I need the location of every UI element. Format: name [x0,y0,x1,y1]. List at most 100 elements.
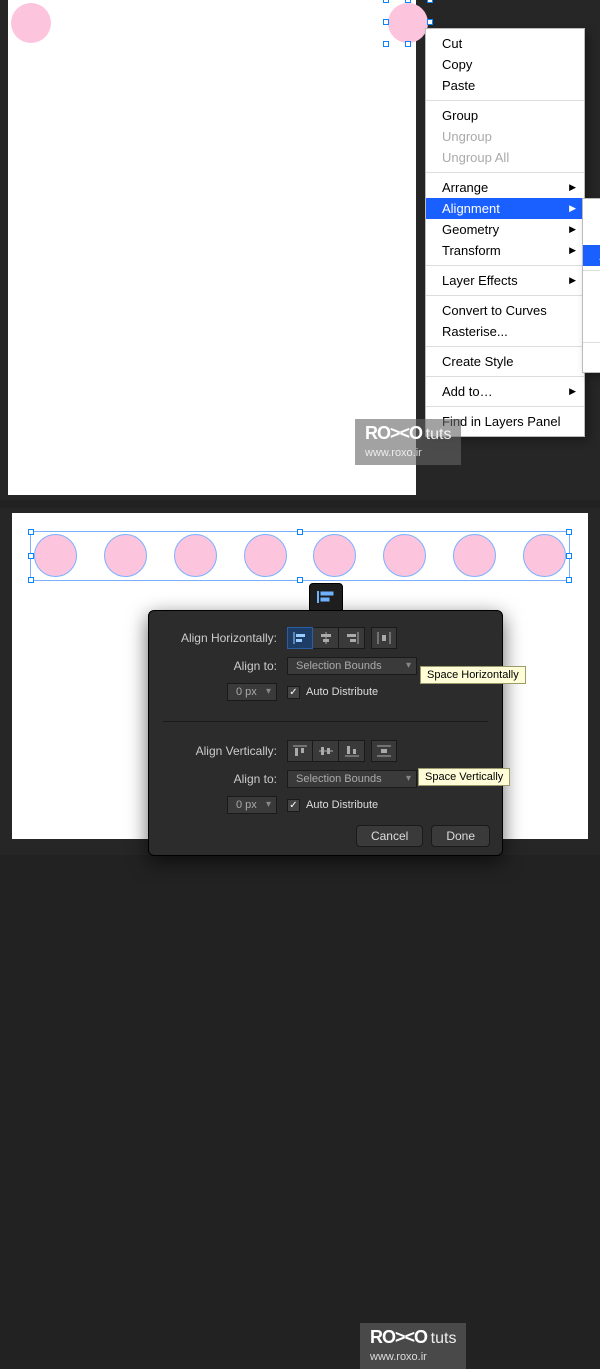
menu-alignment[interactable]: Alignment Align Left Align Centre Align … [426,198,584,219]
submenu-align-centre[interactable]: Align Centre [583,224,600,245]
watermark: RO><O tuts www.roxo.ir [355,419,461,465]
popover-footer: Cancel Done [356,825,490,847]
resize-handle[interactable] [405,0,411,3]
submenu-align-middle[interactable]: Align Middle [583,296,600,317]
pink-circle[interactable] [104,534,147,577]
pink-circle[interactable] [244,534,287,577]
auto-distribute-checkbox[interactable]: ✓ Auto Distribute [287,686,378,699]
submenu-align-top[interactable]: Align Top [583,275,600,296]
pink-circle[interactable] [34,534,77,577]
menu-ungroup-all: Ungroup All [426,147,584,168]
auto-distribute-label: Auto Distribute [306,686,378,698]
alignment-submenu: Align Left Align Centre Align Right Alig… [582,198,600,373]
resize-handle[interactable] [383,19,389,25]
pink-circle[interactable] [313,534,356,577]
align-icon [317,590,335,604]
menu-paste[interactable]: Paste [426,75,584,96]
popover-tab-icon[interactable] [309,583,343,611]
menu-transform[interactable]: Transform [426,240,584,261]
watermark-brand: RO><O [370,1327,427,1347]
submenu-align-bottom[interactable]: Align Bottom [583,317,600,338]
resize-handle[interactable] [566,529,572,535]
menu-layer-effects[interactable]: Layer Effects [426,270,584,291]
pink-circle[interactable] [174,534,217,577]
resize-handle[interactable] [383,41,389,47]
spacing-dropdown[interactable]: 0 px [227,683,277,701]
menu-separator [426,295,584,296]
canvas[interactable]: Align Horizontally: [12,513,588,839]
spacing-dropdown[interactable]: 0 px [227,796,277,814]
resize-handle[interactable] [405,41,411,47]
align-center-h-button[interactable] [313,627,339,649]
align-h-buttons [287,627,397,649]
align-top-button[interactable] [287,740,313,762]
align-left-icon [293,632,307,644]
circle-row [34,534,566,577]
watermark-brand: RO><O [365,423,422,443]
menu-cut[interactable]: Cut [426,33,584,54]
align-right-icon [345,632,359,644]
menu-arrange[interactable]: Arrange [426,177,584,198]
align-v-label: Align Vertically: [167,744,287,758]
cancel-button[interactable]: Cancel [356,825,423,847]
menu-ungroup: Ungroup [426,126,584,147]
space-v-icon [377,745,391,757]
align-h-label: Align Horizontally: [167,631,287,645]
align-middle-icon [319,745,333,757]
menu-add-to[interactable]: Add to… [426,381,584,402]
menu-separator [426,172,584,173]
resize-handle[interactable] [28,577,34,583]
align-v-buttons [287,740,397,762]
align-right-button[interactable] [339,627,365,649]
auto-distribute-checkbox[interactable]: ✓ Auto Distribute [287,799,378,812]
resize-handle[interactable] [427,0,433,3]
pink-circle[interactable] [383,534,426,577]
align-left-button[interactable] [287,627,313,649]
resize-handle[interactable] [383,0,389,3]
space-vertically-button[interactable] [371,740,397,762]
align-to-label: Align to: [167,772,287,786]
submenu-align-right[interactable]: Align Right [583,245,600,266]
submenu-align-left[interactable]: Align Left [583,203,600,224]
tooltip-space-horizontally: Space Horizontally [420,666,526,684]
alignment-popover: Align Horizontally: [148,610,503,856]
align-center-h-icon [319,632,333,644]
submenu-advanced[interactable]: Advanced… [583,347,600,368]
divider [163,721,488,722]
pink-circle[interactable] [11,3,51,43]
align-bottom-icon [345,745,359,757]
menu-create-style[interactable]: Create Style [426,351,584,372]
align-to-dropdown[interactable]: Selection Bounds [287,770,417,788]
pink-circle[interactable] [523,534,566,577]
menu-copy[interactable]: Copy [426,54,584,75]
align-to-dropdown[interactable]: Selection Bounds [287,657,417,675]
align-horizontal-section: Align Horizontally: [149,611,502,719]
menu-rasterise[interactable]: Rasterise... [426,321,584,342]
align-bottom-button[interactable] [339,740,365,762]
menu-geometry[interactable]: Geometry [426,219,584,240]
menu-separator [583,270,600,271]
pink-circle[interactable] [453,534,496,577]
menu-group[interactable]: Group [426,105,584,126]
done-button[interactable]: Done [431,825,490,847]
align-middle-button[interactable] [313,740,339,762]
watermark-tuts: tuts [431,1330,457,1347]
checkbox-icon: ✓ [287,799,300,812]
resize-handle[interactable] [566,577,572,583]
watermark-tuts: tuts [426,426,452,443]
space-h-icon [377,632,391,644]
menu-separator [426,406,584,407]
menu-separator [426,376,584,377]
context-menu: Cut Copy Paste Group Ungroup Ungroup All… [425,28,585,437]
resize-handle[interactable] [427,19,433,25]
menu-separator [583,342,600,343]
resize-handle[interactable] [566,553,572,559]
checkbox-icon: ✓ [287,686,300,699]
align-to-label: Align to: [167,659,287,673]
menu-separator [426,265,584,266]
menu-convert[interactable]: Convert to Curves [426,300,584,321]
selection-box [386,0,430,44]
space-horizontally-button[interactable] [371,627,397,649]
tooltip-space-vertically: Space Vertically [418,768,510,786]
resize-handle[interactable] [297,577,303,583]
